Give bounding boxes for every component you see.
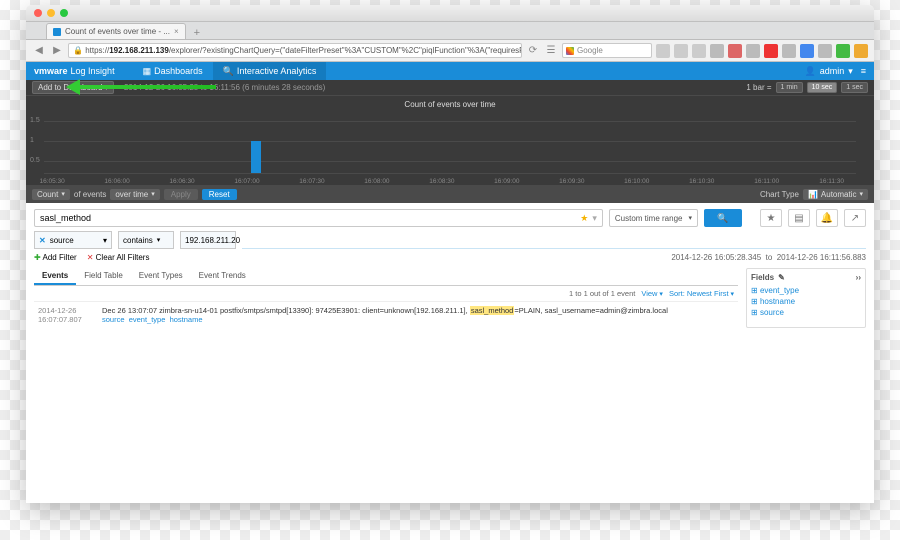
fav-icon[interactable]: ★ (760, 209, 782, 227)
ext-icon[interactable] (854, 44, 868, 58)
group-select[interactable]: over time (110, 189, 159, 200)
back-icon[interactable]: ◀ (32, 44, 46, 58)
new-tab-button[interactable]: + (190, 27, 204, 39)
traffic-max[interactable] (60, 9, 68, 17)
user-menu[interactable]: 👤admin▾ (804, 66, 852, 77)
view-menu[interactable]: View (641, 289, 663, 298)
clear-filters-button[interactable]: ✕ Clear All Filters (87, 253, 150, 262)
agg-select[interactable]: Count (32, 189, 70, 200)
query-input[interactable]: sasl_method ★ ▾ (34, 209, 603, 227)
tab-title: Count of events over time - ... (65, 27, 170, 36)
scale-1sec[interactable]: 1 sec (841, 82, 868, 93)
filter-op[interactable]: contains (118, 231, 174, 249)
tab-event-types[interactable]: Event Types (131, 268, 191, 285)
search-icon: 🔍 (717, 213, 728, 224)
search-button[interactable]: 🔍 (704, 209, 742, 227)
ext-icon[interactable] (692, 44, 706, 58)
chart-title: Count of events over time (26, 96, 874, 113)
browser-tab[interactable]: Count of events over time - ... × (46, 23, 186, 39)
event-body: Dec 26 13:07:07 zimbra-sn-u14-01 postfix… (102, 306, 734, 324)
ext-icon[interactable] (728, 44, 742, 58)
tab-close-icon[interactable]: × (174, 27, 179, 36)
google-icon (566, 47, 574, 55)
ext-icon[interactable] (782, 44, 796, 58)
tab-events[interactable]: Events (34, 268, 76, 285)
time-range-display: 2014-12-26 16:05:28.345 to 2014-12-26 16… (671, 253, 866, 262)
ext-icon[interactable] (656, 44, 670, 58)
scale-10sec[interactable]: 10 sec (807, 82, 838, 93)
browser-toolbar: ◀ ▶ 🔒 https://192.168.211.139/explorer/?… (26, 40, 874, 62)
user-icon: 👤 (804, 66, 815, 77)
tab-event-trends[interactable]: Event Trends (191, 268, 254, 285)
ext-icon[interactable] (674, 44, 688, 58)
grid-icon: ▦ (143, 66, 152, 77)
menu-icon[interactable]: ≡ (861, 66, 866, 76)
event-timestamp: 2014-12-2616:07:07.807 (38, 306, 94, 324)
window-titlebar (26, 5, 874, 22)
app-header: vmware Log Insight ▦Dashboards 🔍Interact… (26, 62, 874, 80)
add-to-dashboard-button[interactable]: Add to Dashboard (32, 81, 114, 94)
result-count: 1 to 1 out of 1 event (569, 289, 635, 298)
ext-icon[interactable] (836, 44, 850, 58)
favicon (53, 28, 61, 36)
browser-tabbar: Count of events over time - ... × + (26, 22, 874, 40)
apply-button[interactable]: Apply (164, 189, 198, 200)
add-filter-button[interactable]: ✚ Add Filter (34, 253, 77, 262)
reset-button[interactable]: Reset (202, 189, 237, 200)
nav-analytics[interactable]: 🔍Interactive Analytics (213, 62, 327, 80)
chart-plot[interactable]: 1.5 1 0.5 16:05:30 16:06:00 16:06:30 16:… (44, 113, 856, 185)
forward-icon[interactable]: ▶ (50, 44, 64, 58)
ext-icon[interactable] (764, 44, 778, 58)
reload-icon[interactable]: ⟳ (526, 44, 540, 58)
ext-icon[interactable] (800, 44, 814, 58)
traffic-close[interactable] (34, 9, 42, 17)
traffic-min[interactable] (47, 9, 55, 17)
search-icon: 🔍 (223, 66, 234, 77)
filter-field[interactable]: ✕source▾ (34, 231, 112, 249)
reader-icon[interactable]: ☰ (544, 44, 558, 58)
event-row[interactable]: 2014-12-2616:07:07.807 Dec 26 13:07:07 z… (34, 302, 738, 328)
highlight: sasl_method (470, 306, 515, 315)
edit-icon[interactable]: ✎ (778, 273, 785, 282)
sort-menu[interactable]: Sort: Newest First (669, 289, 734, 298)
search-box[interactable]: Google (562, 43, 652, 58)
field-link[interactable]: source (102, 315, 125, 324)
field-link[interactable]: hostname (170, 315, 203, 324)
save-icon[interactable]: ▤ (788, 209, 810, 227)
nav-dashboards[interactable]: ▦Dashboards (133, 62, 213, 80)
filter-value[interactable]: 192.168.211.20 (180, 231, 236, 249)
field-item[interactable]: source (751, 307, 861, 318)
fields-panel: Fields ✎›› event_type hostname source (746, 268, 866, 328)
time-range-select[interactable]: Custom time range (609, 209, 698, 227)
star-icon[interactable]: ★ (580, 213, 588, 224)
field-item[interactable]: hostname (751, 296, 861, 307)
scale-1min[interactable]: 1 min (776, 82, 803, 93)
field-link[interactable]: event_type (129, 315, 166, 324)
collapse-icon[interactable]: ›› (856, 273, 861, 282)
alert-icon[interactable]: 🔔 (816, 209, 838, 227)
chart-bar[interactable] (251, 141, 261, 173)
chart-type-select[interactable]: 📊 Automatic (803, 189, 868, 200)
field-item[interactable]: event_type (751, 285, 861, 296)
tab-field-table[interactable]: Field Table (76, 268, 131, 285)
brand-logo: vmware (34, 66, 68, 76)
ext-icon[interactable] (710, 44, 724, 58)
result-tabs: Events Field Table Event Types Event Tre… (34, 268, 738, 286)
product-name: Log Insight (71, 66, 115, 76)
url-field[interactable]: 🔒 https://192.168.211.139/explorer/?exis… (68, 43, 522, 58)
ext-icon[interactable] (746, 44, 760, 58)
remove-filter-icon[interactable]: ✕ (39, 236, 46, 245)
share-icon[interactable]: ↗ (844, 209, 866, 227)
ext-icon[interactable] (818, 44, 832, 58)
bar-scale-label: 1 bar = (746, 83, 771, 92)
